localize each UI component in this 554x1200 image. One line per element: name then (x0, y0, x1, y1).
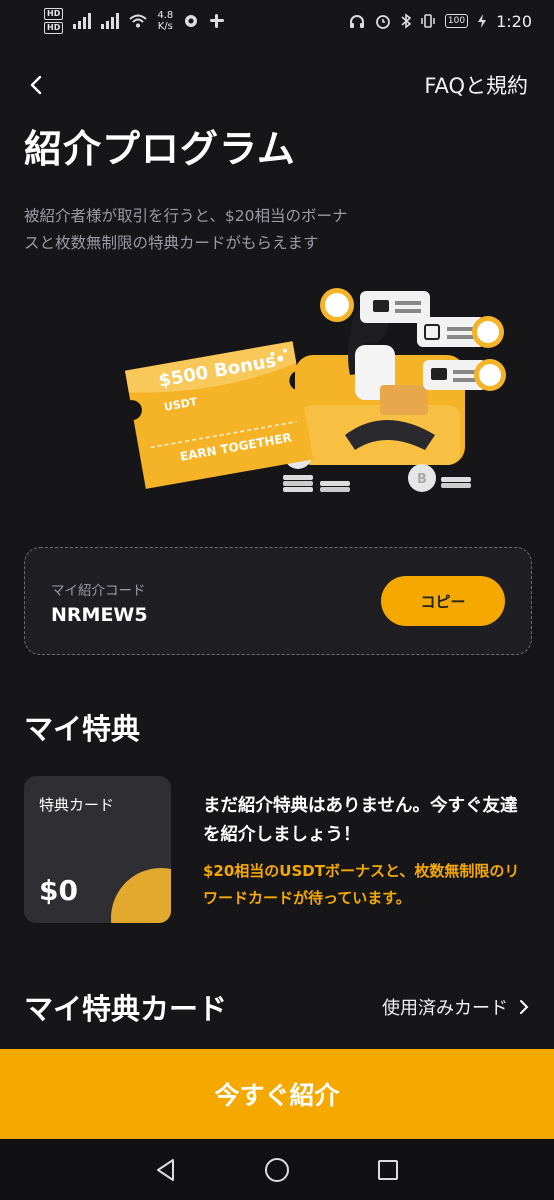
nav-recents-button[interactable] (368, 1150, 408, 1190)
nav-home-button[interactable] (257, 1150, 297, 1190)
nav-back-button[interactable] (146, 1150, 186, 1190)
referral-code-value: NRMEW5 (51, 604, 148, 626)
laptop-shape (380, 385, 428, 415)
empty-state-subtitle: $20相当のUSDTボーナスと、枚数無制限のリワードカードが待っています。 (203, 862, 520, 907)
used-cards-link[interactable]: 使用済みカード (382, 994, 530, 1020)
hero-illustration: B B $500 Bonus USDT EARN TOGETHER (125, 285, 515, 500)
network-speed-unit: K/s (157, 21, 173, 32)
system-nav-bar (0, 1139, 554, 1200)
back-button[interactable] (22, 70, 52, 100)
benefit-card-label: 特典カード (39, 796, 115, 814)
copy-button[interactable]: コピー (381, 576, 505, 626)
nav-recents-icon (378, 1159, 399, 1180)
network-speed: 4.8 K/s (157, 10, 173, 32)
battery-icon: 100 (444, 14, 469, 28)
alarm-icon (375, 15, 390, 29)
faq-terms-link[interactable]: FAQと規約 (424, 70, 528, 100)
referral-code-box: マイ紹介コード NRMEW5 コピー (24, 547, 532, 655)
coin-stack-right: B (408, 464, 471, 492)
chevron-right-icon (520, 1000, 529, 1014)
vibrate-icon (421, 14, 435, 28)
my-cards-title: マイ特典カード (24, 992, 228, 1026)
page-description: 被紹介者様が取引を行うと、$20相当のボーナスと枚数無制限の特典カードがもらえま… (24, 207, 348, 252)
bluetooth-icon (401, 13, 411, 29)
wifi-icon (129, 14, 148, 28)
svg-text:B: B (417, 472, 427, 487)
nav-back-icon (156, 1158, 174, 1181)
status-bar: HD HD 4.8 K/s 100 1:20 (0, 0, 554, 42)
benefit-card-value: $0 (39, 874, 78, 907)
empty-state-title: まだ紹介特典はありません。今すぐ友達を紹介しましょう！ (203, 796, 518, 845)
clock: 1:20 (496, 11, 532, 31)
app-notification-icon (185, 15, 198, 27)
nav-home-icon (264, 1157, 289, 1182)
back-icon (30, 75, 42, 95)
benefit-card-decoration (111, 868, 171, 923)
hd-icon: HD HD (44, 7, 64, 35)
charging-icon (478, 14, 487, 28)
signal-icon (73, 13, 92, 29)
status-bar-right: 100 1:20 (349, 12, 532, 31)
my-benefits-title: マイ特典 (24, 712, 141, 746)
network-speed-value: 4.8 (157, 10, 174, 21)
slack-icon (210, 14, 225, 28)
referral-code-label: マイ紹介コード (51, 583, 146, 599)
signal-icon-2 (101, 13, 120, 29)
page-title: 紹介プログラム (24, 127, 296, 171)
refer-now-button[interactable]: 今すぐ紹介 (0, 1049, 554, 1139)
status-bar-left: HD HD 4.8 K/s (44, 7, 225, 35)
headphones-icon (349, 14, 364, 28)
benefit-card[interactable]: 特典カード $0 (24, 776, 171, 923)
used-cards-label: 使用済みカード (382, 998, 508, 1019)
